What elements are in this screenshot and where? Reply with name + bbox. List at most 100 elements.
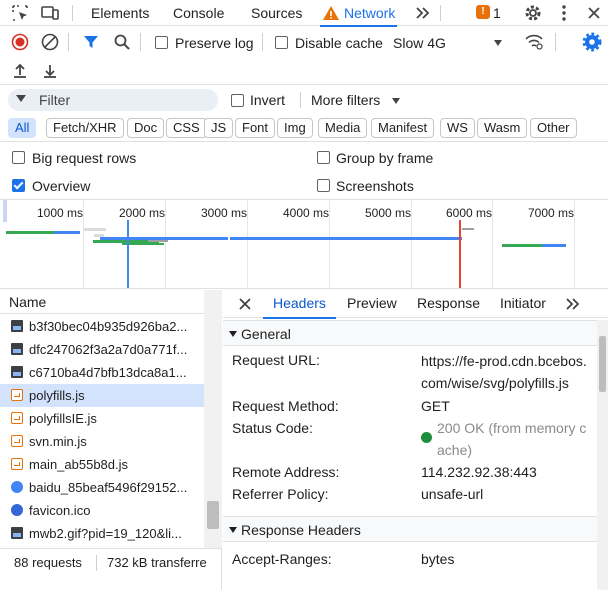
request-name: svn.min.js xyxy=(29,434,87,449)
close-details-icon[interactable] xyxy=(237,296,253,312)
remote-address-value: 114.232.92.38:443 xyxy=(421,464,537,480)
type-filter-js[interactable]: JS xyxy=(204,118,234,138)
request-row[interactable]: svn.min.js xyxy=(0,430,204,453)
request-row[interactable]: polyfillsIE.js xyxy=(0,407,204,430)
disable-cache-label[interactable]: Disable cache xyxy=(295,35,383,51)
request-row[interactable]: mwb2.gif?pid=19_120&li... xyxy=(0,522,204,545)
chevron-down-icon[interactable] xyxy=(392,98,400,104)
waterfall-bar xyxy=(462,228,474,230)
type-filter-doc[interactable]: Doc xyxy=(127,118,165,138)
stop-recording-icon[interactable] xyxy=(11,33,29,51)
request-row[interactable]: baidu_85beaf5496f29152... xyxy=(0,476,204,499)
timeline-tick-label: 4000 ms xyxy=(283,206,330,220)
response-headers-title: Response Headers xyxy=(241,522,361,538)
details-scrollbar[interactable] xyxy=(597,320,608,590)
request-row[interactable]: favicon.ico xyxy=(0,499,204,522)
more-tabs-icon[interactable] xyxy=(412,3,432,23)
tab-initiator[interactable]: Initiator xyxy=(500,290,546,318)
customize-menu-icon[interactable] xyxy=(554,3,574,23)
type-filter-css[interactable]: CSS xyxy=(166,118,207,138)
issues-count[interactable]: 1 xyxy=(493,0,501,26)
preserve-log-label[interactable]: Preserve log xyxy=(175,35,254,51)
divider xyxy=(72,5,73,21)
waterfall-bar xyxy=(148,240,168,242)
scrollbar-thumb[interactable] xyxy=(599,336,606,392)
preserve-log-checkbox[interactable] xyxy=(155,36,168,49)
type-filter-img[interactable]: Img xyxy=(277,118,313,138)
divider xyxy=(300,92,301,108)
timeline-gridline xyxy=(83,200,84,288)
export-har-icon[interactable] xyxy=(41,62,59,80)
clear-icon[interactable] xyxy=(41,33,59,51)
image-file-icon xyxy=(11,366,23,378)
name-column-header[interactable]: Name xyxy=(0,290,204,314)
timeline-overview[interactable]: 1000 ms 2000 ms 3000 ms 4000 ms 5000 ms 6000 … xyxy=(0,199,608,289)
network-conditions-icon[interactable] xyxy=(524,33,544,51)
type-filter-ws[interactable]: WS xyxy=(440,118,475,138)
request-row[interactable]: polyfills.js xyxy=(0,384,204,407)
resource-file-icon xyxy=(11,504,23,516)
general-section-header[interactable]: General xyxy=(223,320,597,346)
overview-label[interactable]: Overview xyxy=(32,178,90,194)
type-filter-manifest[interactable]: Manifest xyxy=(371,118,435,138)
tab-elements[interactable]: Elements xyxy=(91,0,149,26)
request-row[interactable]: main_ab55b8d.js xyxy=(0,453,204,476)
more-tabs-icon[interactable] xyxy=(563,295,581,313)
request-row[interactable]: c6710ba4d7bfb13dca8a1... xyxy=(0,361,204,384)
name-column-label[interactable]: Name xyxy=(9,294,46,310)
type-filter-all[interactable]: All xyxy=(8,118,37,138)
big-rows-label[interactable]: Big request rows xyxy=(32,150,136,166)
tab-headers[interactable]: Headers xyxy=(263,290,336,319)
invert-label[interactable]: Invert xyxy=(250,92,285,108)
invert-checkbox[interactable] xyxy=(231,94,244,107)
request-name: baidu_85beaf5496f29152... xyxy=(29,480,188,495)
request-name: dfc247062f3a2a7d0a771f... xyxy=(29,342,188,357)
overview-checkbox[interactable] xyxy=(12,179,25,192)
close-devtools-icon[interactable] xyxy=(584,3,604,23)
response-headers-section-header[interactable]: Response Headers xyxy=(223,516,597,542)
status-code-value: 200 OK (from memory c xyxy=(437,420,587,436)
settings-gear-icon[interactable] xyxy=(523,3,543,23)
throttling-select[interactable]: Slow 4G xyxy=(393,35,446,51)
filter-funnel-icon[interactable] xyxy=(82,33,100,51)
screenshots-checkbox[interactable] xyxy=(317,179,330,192)
timeline-tick-label: 7000 ms xyxy=(528,206,575,220)
group-by-frame-checkbox[interactable] xyxy=(317,151,330,164)
warning-icon xyxy=(322,4,340,22)
type-filter-other[interactable]: Other xyxy=(530,118,577,138)
tab-preview[interactable]: Preview xyxy=(347,290,397,318)
type-filter-fetch-xhr[interactable]: Fetch/XHR xyxy=(46,118,124,138)
request-name: c6710ba4d7bfb13dca8a1... xyxy=(29,365,187,380)
tab-response[interactable]: Response xyxy=(417,290,480,318)
more-filters-button[interactable]: More filters xyxy=(311,92,380,108)
image-file-icon xyxy=(11,343,23,355)
request-name: mwb2.gif?pid=19_120&li... xyxy=(29,526,182,541)
big-rows-checkbox[interactable] xyxy=(12,151,25,164)
scrollbar-thumb[interactable] xyxy=(207,501,219,529)
tab-sources[interactable]: Sources xyxy=(251,0,302,26)
inspect-element-icon[interactable] xyxy=(10,3,30,23)
script-file-icon xyxy=(11,435,23,447)
timeline-tick-label: 3000 ms xyxy=(201,206,248,220)
type-filter-wasm[interactable]: Wasm xyxy=(477,118,528,138)
group-by-frame-label[interactable]: Group by frame xyxy=(336,150,433,166)
network-settings-gear-icon[interactable] xyxy=(582,32,602,52)
overview-grip[interactable] xyxy=(3,200,7,222)
type-filter-font[interactable]: Font xyxy=(235,118,276,138)
device-toolbar-icon[interactable] xyxy=(40,3,60,23)
request-details-panel: Headers Preview Response Initiator Gener… xyxy=(223,290,608,590)
request-row[interactable]: dfc247062f3a2a7d0a771f... xyxy=(0,338,204,361)
screenshots-label[interactable]: Screenshots xyxy=(336,178,414,194)
disable-cache-checkbox[interactable] xyxy=(275,36,288,49)
waterfall-bar xyxy=(54,231,80,234)
search-icon[interactable] xyxy=(113,33,131,51)
issues-icon[interactable]: ! xyxy=(476,5,490,19)
tab-console[interactable]: Console xyxy=(173,0,224,26)
import-har-icon[interactable] xyxy=(11,62,29,80)
tab-network[interactable]: Network xyxy=(319,0,398,27)
chevron-down-icon[interactable] xyxy=(494,40,502,46)
filter-input[interactable]: Filter xyxy=(8,89,218,111)
request-row[interactable]: b3f30bec04b935d926ba2... xyxy=(0,315,204,338)
request-list-scrollbar[interactable] xyxy=(204,290,222,548)
type-filter-media[interactable]: Media xyxy=(318,118,368,138)
